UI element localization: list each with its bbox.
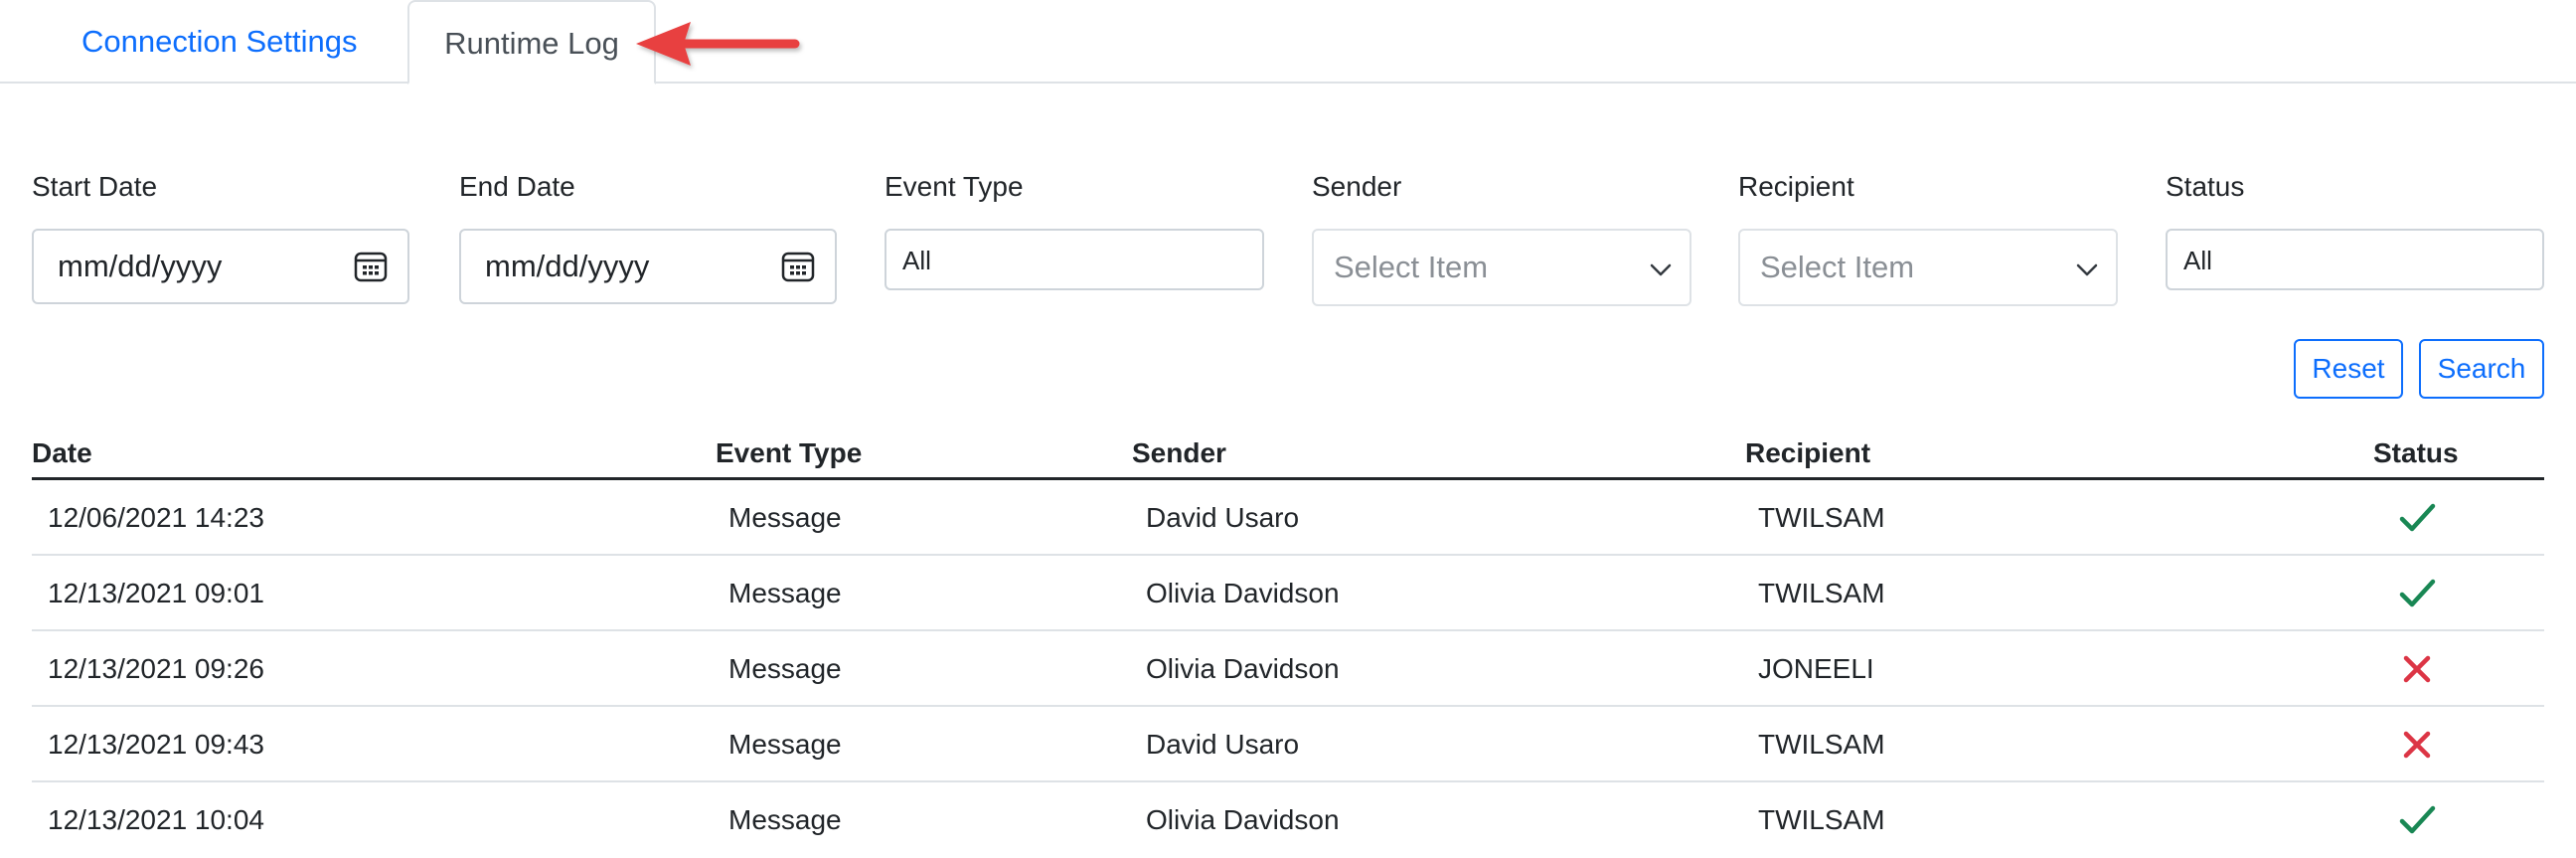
cell-event-type: Message — [728, 804, 842, 835]
event-type-label: Event Type — [885, 171, 1024, 202]
status-icon-cell — [2397, 800, 2437, 845]
table-row: 12/13/2021 09:26 Message Olivia Davidson… — [32, 631, 2544, 707]
reset-button[interactable]: Reset — [2294, 339, 2403, 399]
cell-event-type: Message — [728, 729, 842, 760]
event-type-value: All — [902, 246, 931, 275]
cell-sender: David Usaro — [1146, 502, 1300, 533]
search-button[interactable]: Search — [2419, 339, 2544, 399]
recipient-label: Recipient — [1738, 171, 1854, 202]
cell-recipient: JONEELI — [1758, 653, 1874, 684]
cell-event-type: Message — [728, 653, 842, 684]
cell-recipient: TWILSAM — [1758, 502, 1885, 533]
cell-recipient: TWILSAM — [1758, 578, 1885, 608]
column-header-date: Date — [32, 437, 92, 468]
recipient-select[interactable]: Select Item — [1738, 229, 2118, 306]
cell-date: 12/13/2021 10:04 — [48, 804, 264, 835]
cell-date: 12/06/2021 14:23 — [48, 502, 264, 533]
status-icon-cell — [2397, 649, 2437, 694]
cell-sender: Olivia Davidson — [1146, 804, 1340, 835]
annotation-arrow-icon — [636, 22, 800, 66]
calendar-icon[interactable] — [781, 251, 815, 282]
status-icon-cell — [2397, 574, 2437, 618]
table-row: 12/06/2021 14:23 Message David Usaro TWI… — [32, 480, 2544, 556]
start-date-input[interactable]: mm/dd/yyyy — [32, 229, 409, 304]
cell-sender: Olivia Davidson — [1146, 578, 1340, 608]
start-date-placeholder: mm/dd/yyyy — [58, 249, 223, 283]
table-row: 12/13/2021 09:43 Message David Usaro TWI… — [32, 707, 2544, 782]
status-label: Status — [2166, 171, 2245, 202]
tab-connection-settings[interactable]: Connection Settings — [50, 0, 389, 84]
status-icon-cell — [2397, 725, 2437, 770]
tab-runtime-log[interactable]: Runtime Log — [407, 0, 656, 85]
x-mark-icon — [2403, 731, 2431, 759]
chevron-down-icon — [2076, 263, 2098, 276]
cell-date: 12/13/2021 09:26 — [48, 653, 264, 684]
status-icon-cell — [2397, 498, 2437, 543]
table-row: 12/13/2021 09:01 Message Olivia Davidson… — [32, 556, 2544, 631]
cell-event-type: Message — [728, 578, 842, 608]
end-date-input[interactable]: mm/dd/yyyy — [459, 229, 837, 304]
column-header-sender: Sender — [1132, 437, 1226, 468]
cell-recipient: TWILSAM — [1758, 729, 1885, 760]
sender-placeholder: Select Item — [1334, 250, 1489, 284]
end-date-label: End Date — [459, 171, 575, 202]
sender-label: Sender — [1312, 171, 1402, 202]
sender-select[interactable]: Select Item — [1312, 229, 1691, 306]
cell-date: 12/13/2021 09:01 — [48, 578, 264, 608]
status-input[interactable]: All — [2166, 229, 2544, 290]
cell-date: 12/13/2021 09:43 — [48, 729, 264, 760]
cell-sender: Olivia Davidson — [1146, 653, 1340, 684]
end-date-placeholder: mm/dd/yyyy — [485, 249, 650, 283]
cell-event-type: Message — [728, 502, 842, 533]
status-value: All — [2183, 246, 2212, 275]
column-header-recipient: Recipient — [1745, 437, 1871, 468]
column-header-event-type: Event Type — [716, 437, 863, 468]
event-type-input[interactable]: All — [885, 229, 1264, 290]
x-mark-icon — [2403, 655, 2431, 683]
start-date-label: Start Date — [32, 171, 158, 202]
cell-sender: David Usaro — [1146, 729, 1300, 760]
tab-bar: Connection Settings Runtime Log — [0, 0, 2576, 85]
recipient-placeholder: Select Item — [1760, 250, 1915, 284]
cell-recipient: TWILSAM — [1758, 804, 1885, 835]
column-header-status: Status — [2373, 437, 2459, 468]
table-row: 12/13/2021 10:04 Message Olivia Davidson… — [32, 782, 2544, 858]
calendar-icon[interactable] — [354, 251, 388, 282]
checkmark-icon — [2399, 503, 2436, 532]
checkmark-icon — [2399, 579, 2436, 607]
checkmark-icon — [2399, 805, 2436, 834]
chevron-down-icon — [1650, 263, 1672, 276]
